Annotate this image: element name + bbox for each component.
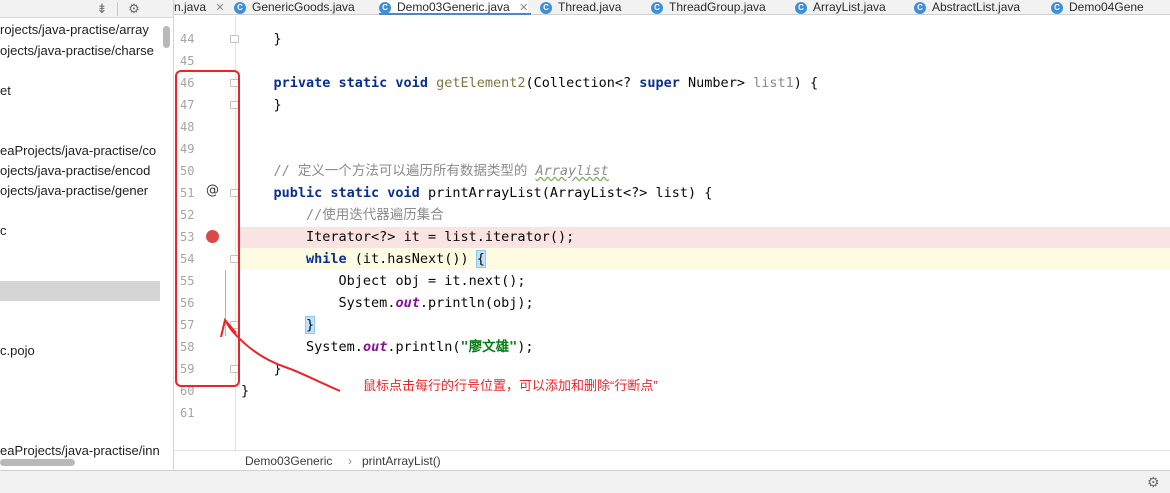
gear-icon[interactable]: ⚙ xyxy=(126,0,142,18)
project-toolbar: ⇟ ⚙ xyxy=(0,0,173,18)
tree-item-charset[interactable]: ojects/java-practise/charse xyxy=(0,41,154,61)
tree-item-pojo[interactable]: c.pojo xyxy=(0,341,35,361)
editor-tab-bar: n.java ✕ C GenericGoods.java C Demo03Gener… xyxy=(174,0,1170,15)
close-icon[interactable]: ✕ xyxy=(215,2,224,14)
code-string: "廖文雄" xyxy=(460,339,518,355)
code-keyword: super xyxy=(639,75,680,91)
tab-label: GenericGoods.java xyxy=(252,0,355,14)
code-line-55[interactable]: Object obj = it.next(); xyxy=(241,270,526,292)
tab-demo04generic[interactable]: C Demo04Gene xyxy=(1051,0,1144,14)
tree-vertical-scrollbar[interactable] xyxy=(163,26,170,48)
tab-genericgoods[interactable]: C GenericGoods.java xyxy=(234,0,355,14)
code-text: } xyxy=(241,383,250,399)
tab-threadgroup[interactable]: C ThreadGroup.java xyxy=(651,0,766,14)
code-comment: // 定义一个方法可以遍历所有数据类型的 xyxy=(273,163,536,179)
toolbar-divider xyxy=(117,2,118,16)
code-text: .println( xyxy=(387,339,461,355)
code-text: ) { xyxy=(793,75,819,91)
code-keyword: public static void xyxy=(273,185,428,201)
tab-label: n.java xyxy=(174,0,207,14)
breadcrumb-method[interactable]: printArrayList() xyxy=(362,451,441,471)
code-line-59[interactable]: } xyxy=(241,358,282,380)
code-param: list1 xyxy=(753,75,794,91)
line-number[interactable]: 44 xyxy=(180,28,204,50)
tree-item-gener[interactable]: ojects/java-practise/gener xyxy=(0,181,148,201)
tree-item-c[interactable]: c xyxy=(0,221,7,241)
status-bar: ⚙ xyxy=(0,470,1170,493)
code-text: } xyxy=(273,31,282,47)
annotation-text: 鼠标点击每行的行号位置，可以添加和删除“行断点” xyxy=(363,378,658,393)
class-icon: C xyxy=(651,1,663,14)
code-line-46[interactable]: private static void getElement2(Collecti… xyxy=(241,72,819,94)
code-line-51[interactable]: public static void printArrayList(ArrayL… xyxy=(241,182,713,204)
tree-item-inn[interactable]: eaProjects/java-practise/inn xyxy=(0,441,160,461)
tree-horizontal-scrollbar[interactable] xyxy=(0,459,75,466)
code-text: Number> xyxy=(679,75,754,91)
code-text: printArrayList(ArrayList<?> list) { xyxy=(427,185,713,201)
code-text: } xyxy=(273,97,282,113)
class-icon: C xyxy=(795,1,807,14)
code-text: .println(obj); xyxy=(419,295,534,311)
code-text: Object obj = it.next(); xyxy=(338,273,526,289)
tab-label: AbstractList.java xyxy=(932,0,1021,14)
tree-item-encod[interactable]: ojects/java-practise/encod xyxy=(0,161,150,181)
code-line-53[interactable]: Iterator<?> it = list.iterator(); xyxy=(241,226,574,248)
tab-abstractlist[interactable]: C AbstractList.java xyxy=(914,0,1021,14)
collapse-all-icon[interactable]: ⇟ xyxy=(94,0,110,18)
tab-label: ThreadGroup.java xyxy=(669,0,766,14)
code-line-50[interactable]: // 定义一个方法可以遍历所有数据类型的 Arraylist xyxy=(241,160,609,182)
class-icon: C xyxy=(540,1,552,14)
class-icon: C xyxy=(914,1,926,14)
tree-selection-highlight xyxy=(0,281,160,301)
code-comment: //使用迭代器遍历集合 xyxy=(306,207,444,223)
code-method-name: getElement2 xyxy=(436,75,526,91)
tab-label: Thread.java xyxy=(558,0,622,14)
matched-brace: } xyxy=(305,316,316,334)
fold-end-icon[interactable] xyxy=(230,35,239,43)
code-line-56[interactable]: System.out.println(obj); xyxy=(241,292,534,314)
tab-arraylist[interactable]: C ArrayList.java xyxy=(795,0,886,14)
code-text: System. xyxy=(338,295,396,311)
code-line-60[interactable]: } xyxy=(241,380,249,402)
code-line-44[interactable]: } xyxy=(241,28,282,50)
breadcrumb-separator: › xyxy=(348,454,352,468)
annotation-highlight-box xyxy=(175,70,240,387)
code-text: (it.hasNext()) xyxy=(346,251,477,267)
code-keyword: private static void xyxy=(273,75,437,91)
code-text: System. xyxy=(306,339,363,355)
tab-label: ArrayList.java xyxy=(813,0,886,14)
line-number[interactable]: 45 xyxy=(180,50,204,72)
tab-label: Demo04Gene xyxy=(1069,0,1144,14)
tree-item-array[interactable]: rojects/java-practise/array xyxy=(0,20,149,40)
code-comment-ref: Arraylist xyxy=(535,163,609,179)
class-icon: C xyxy=(234,1,246,14)
tree-item-co[interactable]: eaProjects/java-practise/co xyxy=(0,141,156,161)
tab-label: Demo03Generic.java xyxy=(397,0,510,14)
code-text: ); xyxy=(517,339,534,355)
code-line-54[interactable]: while (it.hasNext()) { xyxy=(241,248,486,270)
code-line-57[interactable]: } xyxy=(241,314,316,336)
tab-n-java[interactable]: n.java ✕ xyxy=(174,0,225,14)
gear-icon[interactable]: ⚙ xyxy=(1147,474,1160,491)
code-text: (Collection<? xyxy=(525,75,640,91)
active-tab-indicator xyxy=(379,13,531,15)
tree-item-et[interactable]: et xyxy=(0,81,11,101)
matched-brace: { xyxy=(475,250,486,268)
tab-thread[interactable]: C Thread.java xyxy=(540,0,622,14)
code-line-52[interactable]: //使用迭代器遍历集合 xyxy=(241,204,444,226)
code-static-field: out xyxy=(395,295,420,311)
line-number[interactable]: 61 xyxy=(180,402,204,424)
code-line-58[interactable]: System.out.println("廖文雄"); xyxy=(241,336,534,358)
class-icon: C xyxy=(1051,1,1063,14)
breadcrumb: Demo03Generic › printArrayList() xyxy=(174,450,1170,470)
project-tree-panel: ⇟ ⚙ rojects/java-practise/array ojects/j… xyxy=(0,0,174,470)
code-text: } xyxy=(273,361,282,377)
code-line-47[interactable]: } xyxy=(241,94,282,116)
breadcrumb-class[interactable]: Demo03Generic xyxy=(245,451,332,471)
code-keyword: while xyxy=(306,251,347,267)
code-text: Iterator<?> it = list.iterator(); xyxy=(306,229,575,245)
code-static-field: out xyxy=(362,339,388,355)
